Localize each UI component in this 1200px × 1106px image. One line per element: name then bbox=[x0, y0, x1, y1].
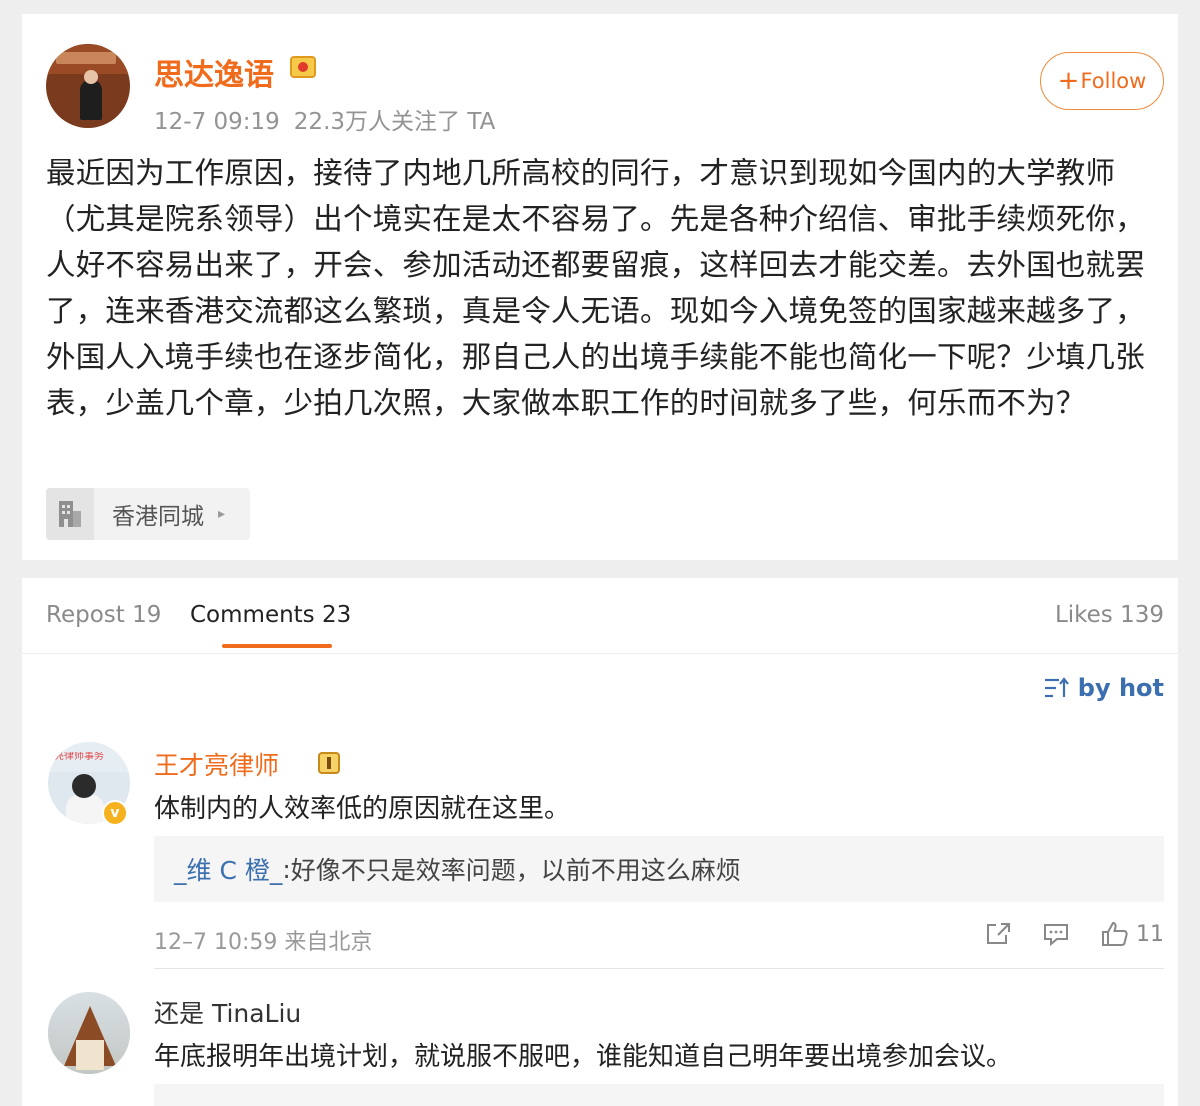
sort-by-hot-button[interactable]: by hot bbox=[1044, 674, 1164, 702]
sort-label: by hot bbox=[1077, 674, 1164, 702]
share-icon bbox=[987, 923, 1010, 944]
comment-divider bbox=[154, 968, 1164, 969]
chevron-right-icon: ▸ bbox=[218, 506, 226, 522]
like-count: 11 bbox=[1136, 921, 1164, 947]
comment-text: 体制内的人效率低的原因就在这里。 bbox=[154, 794, 571, 824]
author-avatar[interactable] bbox=[46, 44, 130, 128]
vip-icon bbox=[318, 752, 340, 774]
follower-count: 22.3万人关注了 TA bbox=[293, 109, 496, 135]
comment-actions: 11 bbox=[954, 920, 1164, 948]
tab-comments[interactable]: Comments 23 bbox=[190, 602, 351, 628]
comments-card: Repost 19 Comments 23 Likes 139 by hot 亮… bbox=[22, 578, 1178, 1106]
commenter-name[interactable]: 还是 TinaLiu bbox=[154, 994, 301, 1030]
building-icon bbox=[46, 488, 94, 540]
comment-text: 年底报明年出境计划，就说服不服吧，谁能知道自己明年要出境参加会议。 bbox=[154, 1042, 1013, 1072]
like-button[interactable]: 11 bbox=[1100, 920, 1164, 948]
post-meta: 12-7 09:19 22.3万人关注了 TA bbox=[154, 102, 495, 136]
reply-username[interactable]: _维 C 橙_ bbox=[174, 851, 282, 887]
location-label: 香港同城 bbox=[112, 504, 204, 530]
commenter-name[interactable]: 王才亮律师 bbox=[154, 746, 279, 782]
comment-icon bbox=[1044, 924, 1068, 947]
follow-label: Follow bbox=[1080, 69, 1147, 93]
share-button[interactable] bbox=[984, 921, 1012, 947]
verified-icon: v bbox=[102, 800, 128, 826]
post-time: 12-7 09:19 bbox=[154, 109, 280, 135]
plus-icon: + bbox=[1057, 66, 1080, 96]
thumbs-up-icon bbox=[1102, 921, 1128, 946]
author-name[interactable]: 思达逸语 bbox=[154, 50, 274, 94]
reply-separator: : bbox=[282, 854, 291, 884]
reply-text: 好像不只是效率问题，以前不用这么麻烦 bbox=[290, 856, 741, 885]
tab-likes[interactable]: Likes 139 bbox=[1055, 602, 1164, 628]
post-text: 最近因为工作原因，接待了内地几所高校的同行，才意识到现如今国内的大学教师（尤其是… bbox=[46, 156, 1145, 420]
avatar-banner-text: 亮律师事务 bbox=[54, 752, 104, 762]
comment-avatar[interactable] bbox=[48, 992, 130, 1074]
post-card: 思达逸语 12-7 09:19 22.3万人关注了 TA + Follow 最近因为… bbox=[22, 14, 1178, 560]
crown-icon bbox=[290, 56, 316, 78]
active-tab-indicator bbox=[222, 644, 332, 648]
tab-bar: Repost 19 Comments 23 Likes 139 bbox=[22, 578, 1178, 654]
sort-icon bbox=[1044, 677, 1069, 698]
comment-meta: 12–7 10:59 来自北京 bbox=[154, 930, 373, 955]
reply-preview[interactable]: _维 C 橙_: 好像不只是效率问题，以前不用这么麻烦 bbox=[154, 836, 1164, 902]
location-chip[interactable]: 香港同城 ▸ bbox=[46, 488, 250, 540]
follow-button[interactable]: + Follow bbox=[1040, 52, 1164, 110]
reply-preview[interactable] bbox=[154, 1084, 1164, 1106]
tab-repost[interactable]: Repost 19 bbox=[46, 602, 161, 628]
reply-button[interactable] bbox=[1042, 921, 1070, 947]
